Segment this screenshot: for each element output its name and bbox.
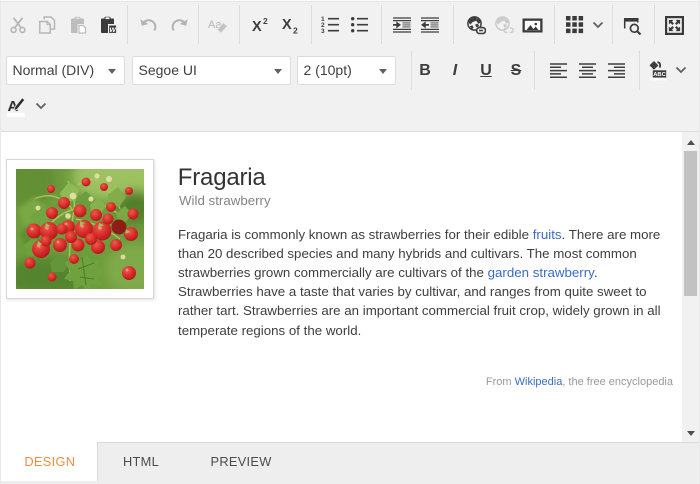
svg-text:2: 2 [293,26,298,35]
svg-text:W: W [109,27,116,34]
svg-text:3: 3 [321,28,325,34]
svg-text:2: 2 [263,16,268,26]
svg-text:ABC: ABC [653,72,666,78]
svg-text:X: X [282,17,292,33]
svg-text:X: X [252,19,262,34]
